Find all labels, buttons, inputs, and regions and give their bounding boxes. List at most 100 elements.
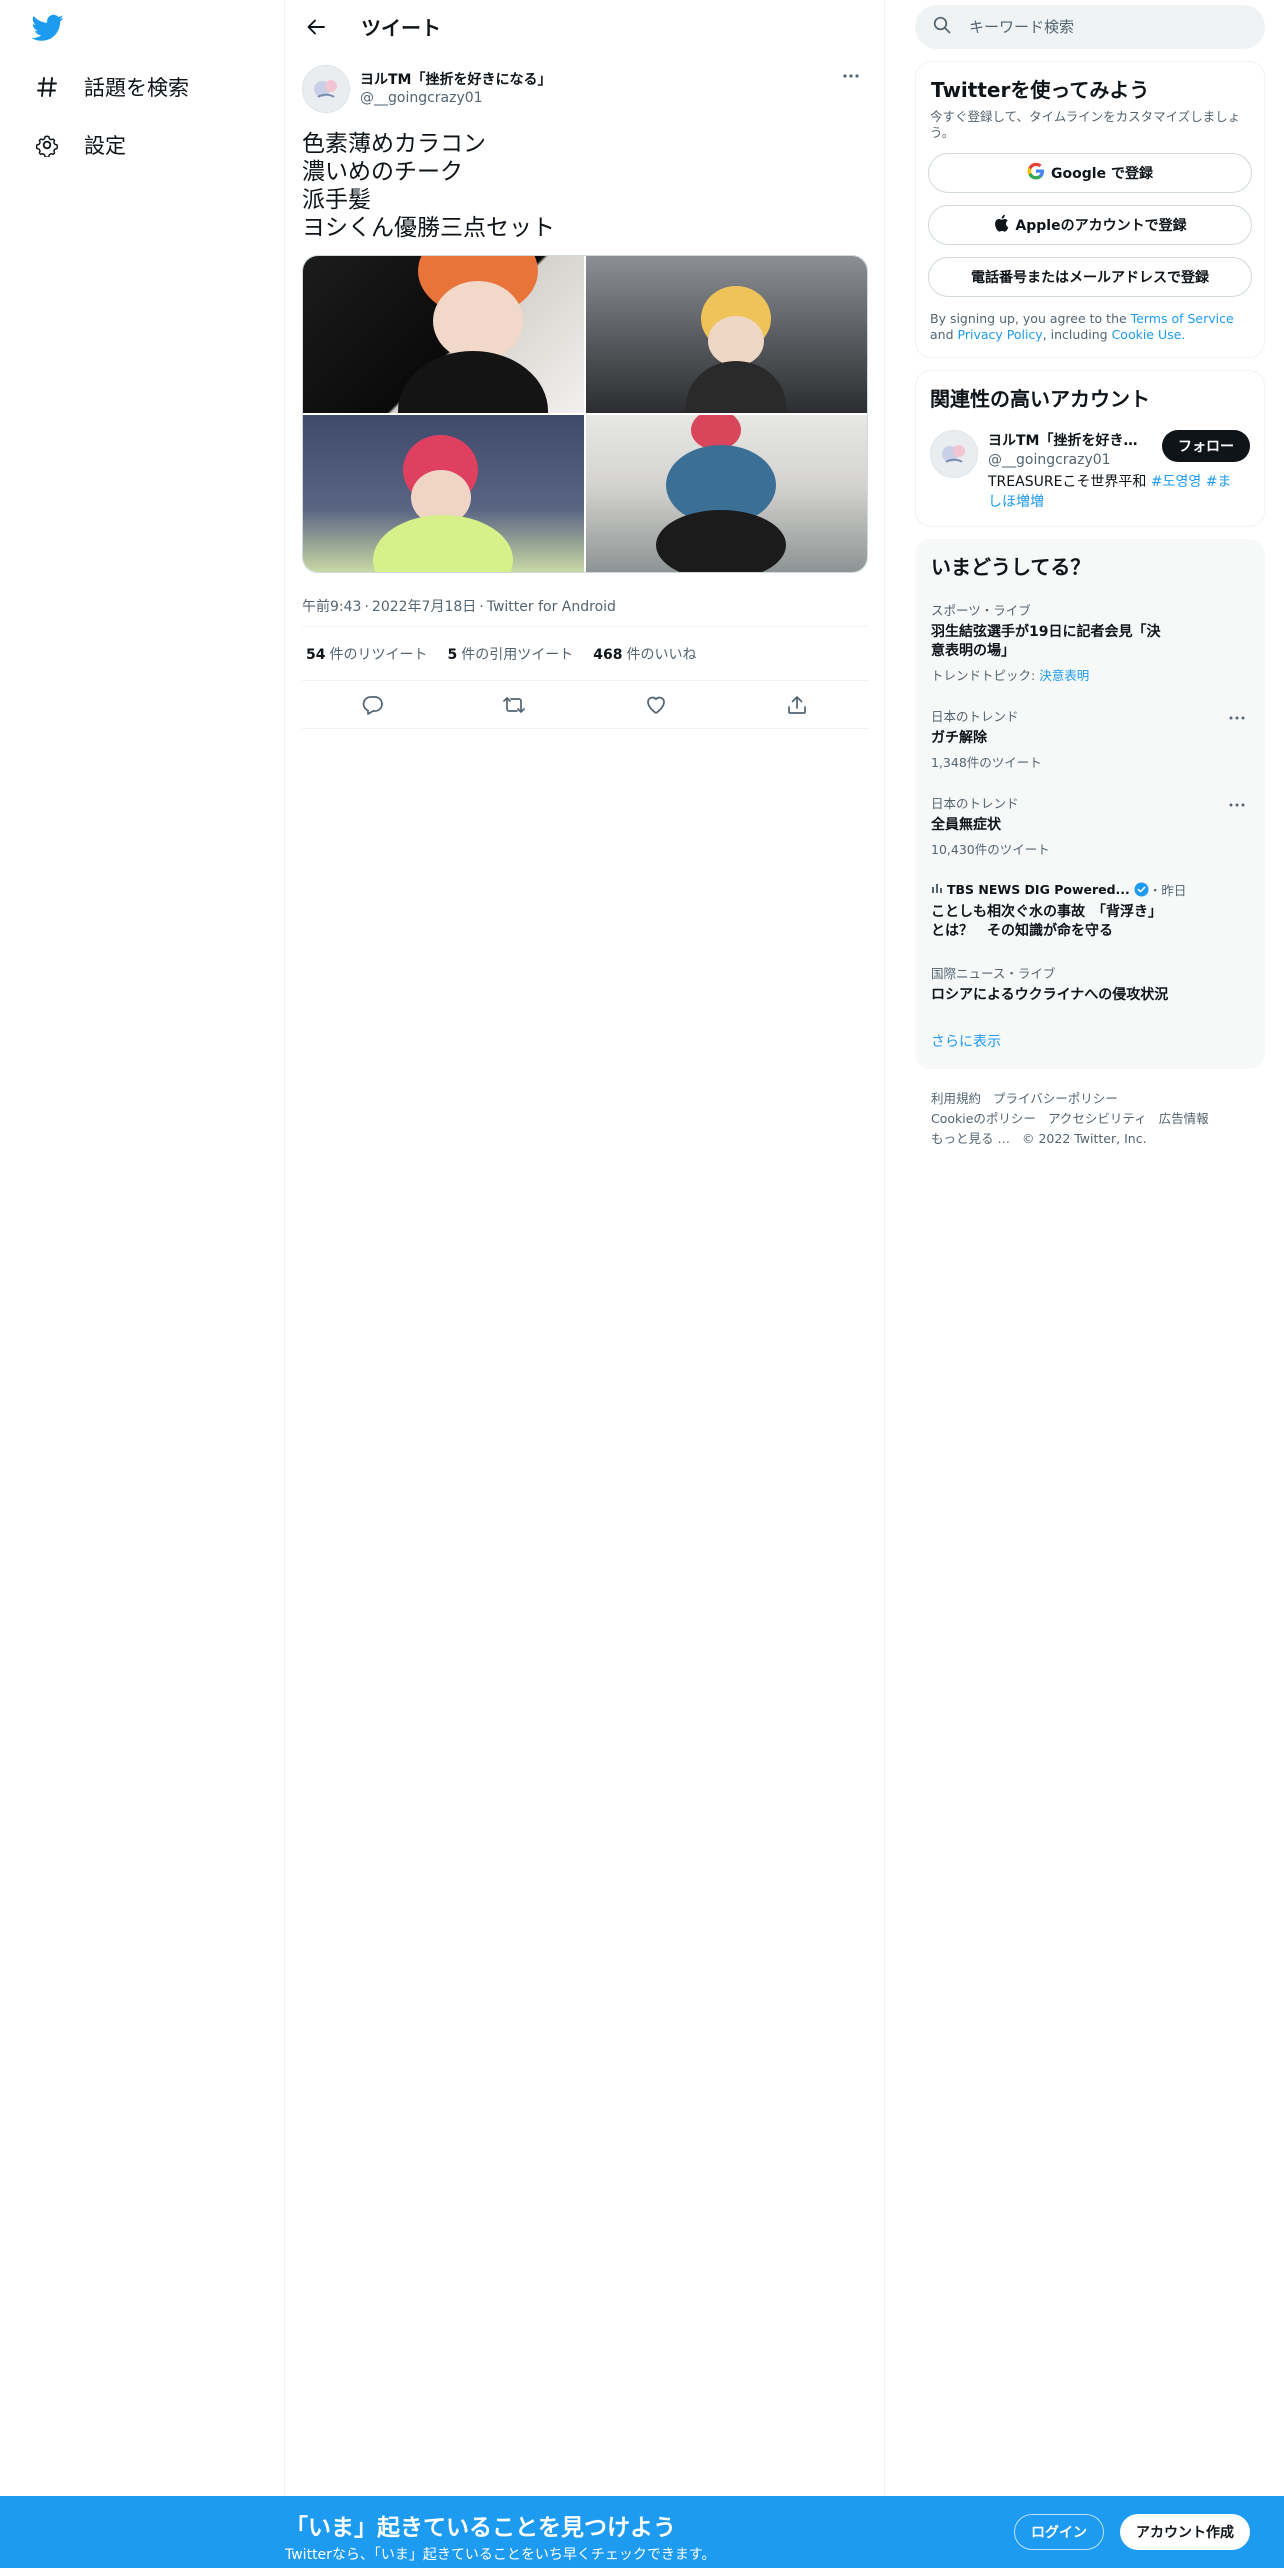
signup-subtitle: 今すぐ登録して、タイムラインをカスタマイズしましょう。 bbox=[930, 109, 1241, 140]
trends-title: いまどうしてる？ bbox=[931, 555, 1091, 579]
trend-category: 日本のトレンド bbox=[931, 709, 1019, 724]
trend-item[interactable]: TBS NEWS DIG Powered... ・昨日 ことしも相次ぐ水の事故 … bbox=[915, 870, 1265, 953]
twitter-logo-icon[interactable] bbox=[31, 14, 64, 42]
page-title: ツイート bbox=[361, 16, 441, 40]
signup-legal-text: By signing up, you agree to the Terms of… bbox=[928, 311, 1252, 343]
trend-category: 国際ニュース・ライブ bbox=[931, 966, 1056, 981]
footer: 利用規約 プライバシーポリシー Cookieのポリシー アクセシビリティ 広告情報 も… bbox=[915, 1069, 1265, 1169]
trend-name: ことしも相次ぐ水の事故 「背浮き」とは？ その知識が命を守る bbox=[931, 904, 1162, 939]
phone-email-signup-label: 電話番号またはメールアドレスで登録 bbox=[971, 270, 1209, 286]
tweet-photo[interactable] bbox=[303, 256, 584, 413]
more-options-icon[interactable] bbox=[836, 61, 866, 91]
trend-item[interactable]: 日本のトレンド 全員無症状 10,430件のツイート bbox=[915, 783, 1265, 870]
tweet-text-line: ヨシくん優勝三点セット bbox=[302, 215, 555, 241]
hashtag-link[interactable]: #도영영 bbox=[1151, 474, 1201, 490]
footer-link[interactable]: 広告情報 bbox=[1159, 1111, 1209, 1126]
like-heart-icon[interactable] bbox=[639, 688, 673, 722]
trend-category: 日本のトレンド bbox=[931, 796, 1019, 811]
news-source: TBS NEWS DIG Powered... ・昨日 bbox=[931, 880, 1249, 899]
avatar[interactable] bbox=[930, 430, 978, 478]
follow-button[interactable]: フォロー bbox=[1162, 430, 1250, 462]
related-display-name[interactable]: ヨルTM「挫折を好きになる」 bbox=[988, 430, 1143, 450]
bottom-signup-bar: 「いま」起きていることを見つけよう Twitterなら、「いま」起きていることを… bbox=[0, 2496, 1284, 2568]
nav-settings[interactable]: 設定 bbox=[34, 125, 126, 165]
trend-extra: トレンドトピック: 決意表明 bbox=[931, 665, 1249, 684]
footer-link[interactable]: Cookieのポリシー bbox=[931, 1111, 1036, 1126]
reply-icon[interactable] bbox=[356, 688, 390, 722]
trend-name: ロシアによるウクライナへの侵攻状況 bbox=[931, 987, 1169, 1003]
google-icon bbox=[1027, 162, 1045, 184]
tweet-text-line: 濃いめのチーク bbox=[302, 159, 463, 185]
likes-count: 468 bbox=[593, 646, 623, 663]
right-sidebar: Twitterを使ってみよう 今すぐ登録して、タイムラインをカスタマイズしましょ… bbox=[915, 0, 1265, 1169]
left-navigation: 話題を検索 設定 bbox=[0, 0, 285, 2496]
author-display-name[interactable]: ヨルTM「挫折を好きになる」 bbox=[360, 71, 551, 89]
likes-stat[interactable]: 468 件のいいね bbox=[593, 644, 696, 664]
news-time: ・昨日 bbox=[1148, 883, 1187, 898]
likes-label: 件のいいね bbox=[626, 646, 697, 663]
bottom-bar-subtitle: Twitterなら、「いま」起きていることをいち早くチェックできます。 bbox=[285, 2547, 716, 2563]
create-account-button[interactable]: アカウント作成 bbox=[1120, 2514, 1250, 2550]
related-accounts-card: 関連性の高いアカウント ヨルTM「挫折を好きになる」 @__goingcrazy… bbox=[915, 370, 1265, 527]
quotes-count: 5 bbox=[447, 646, 458, 663]
cookie-link[interactable]: Cookie Use. bbox=[1112, 327, 1186, 342]
tweet-photo[interactable] bbox=[586, 256, 867, 413]
trend-name: ガチ解除 bbox=[931, 730, 987, 746]
more-options-icon[interactable] bbox=[1225, 708, 1249, 728]
copyright: © 2022 Twitter, Inc. bbox=[1021, 1131, 1147, 1146]
trend-name: 羽生結弦選手が19日に記者会見「決意表明の場」 bbox=[931, 624, 1161, 659]
tweet-photo[interactable] bbox=[303, 415, 584, 572]
nav-explore-label: 話題を検索 bbox=[84, 76, 189, 100]
related-account[interactable]: ヨルTM「挫折を好きになる」 @__goingcrazy01 TREASUREこ… bbox=[930, 430, 1250, 512]
trend-topic-prefix: トレンドトピック: bbox=[931, 668, 1040, 683]
trend-topic-link[interactable]: 決意表明 bbox=[1039, 668, 1089, 683]
related-bio: TREASUREこそ世界平和 #도영영 #ましほ増増 bbox=[988, 472, 1238, 512]
tweet-stats: 54 件のリツイート 5 件の引用ツイート 468 件のいいね bbox=[302, 627, 868, 681]
share-icon[interactable] bbox=[780, 688, 814, 722]
footer-link[interactable]: もっと見る … bbox=[931, 1131, 1010, 1146]
quotes-label: 件の引用ツイート bbox=[461, 646, 574, 663]
apple-signup-label: Appleのアカウントで登録 bbox=[1015, 218, 1187, 234]
nav-explore[interactable]: 話題を検索 bbox=[34, 67, 189, 107]
tweet-client: Twitter for Android bbox=[486, 599, 616, 615]
retweet-icon[interactable] bbox=[497, 688, 531, 722]
search-input[interactable] bbox=[969, 18, 1229, 36]
terms-link[interactable]: Terms of Service bbox=[1131, 311, 1234, 326]
footer-link[interactable]: 利用規約 bbox=[931, 1091, 981, 1106]
main-column: ツイート ヨルTM「挫折を好きになる」 @__goingcrazy01 色素薄め… bbox=[285, 0, 885, 2496]
retweets-stat[interactable]: 54 件のリツイート bbox=[306, 644, 427, 664]
google-signup-label: Google で登録 bbox=[1051, 166, 1153, 182]
search-bar[interactable] bbox=[915, 5, 1265, 49]
back-arrow-icon[interactable] bbox=[301, 12, 331, 42]
trend-item[interactable]: スポーツ・ライブ 羽生結弦選手が19日に記者会見「決意表明の場」 トレンドトピッ… bbox=[915, 590, 1265, 696]
tweet-media-grid bbox=[302, 255, 868, 573]
tweet-photo[interactable] bbox=[586, 415, 867, 572]
more-options-icon[interactable] bbox=[1225, 795, 1249, 815]
legal-including: , including bbox=[1042, 327, 1108, 342]
phone-email-signup-button[interactable]: 電話番号またはメールアドレスで登録 bbox=[928, 257, 1252, 297]
signup-title: Twitterを使ってみよう bbox=[931, 78, 1150, 102]
quotes-stat[interactable]: 5 件の引用ツイート bbox=[447, 644, 573, 664]
gear-icon bbox=[34, 132, 60, 158]
related-title: 関連性の高いアカウント bbox=[930, 387, 1150, 411]
privacy-link[interactable]: Privacy Policy bbox=[958, 327, 1043, 342]
login-button[interactable]: ログイン bbox=[1014, 2514, 1104, 2550]
avatar[interactable] bbox=[302, 65, 350, 113]
news-source-logo-icon bbox=[931, 882, 943, 897]
tweet-text: 色素薄めカラコン 濃いめのチーク 派手髪 ヨシくん優勝三点セット bbox=[302, 130, 868, 242]
apple-icon bbox=[993, 214, 1009, 236]
trend-item[interactable]: 日本のトレンド ガチ解除 1,348件のツイート bbox=[915, 696, 1265, 783]
author-handle[interactable]: @__goingcrazy01 bbox=[360, 89, 551, 107]
hashtag-icon bbox=[34, 74, 60, 100]
apple-signup-button[interactable]: Appleのアカウントで登録 bbox=[928, 205, 1252, 245]
trend-item[interactable]: 国際ニュース・ライブ ロシアによるウクライナへの侵攻状況 bbox=[915, 953, 1265, 1017]
footer-link[interactable]: プライバシーポリシー bbox=[993, 1091, 1118, 1106]
show-more-link[interactable]: さらに表示 bbox=[915, 1017, 1265, 1069]
footer-link[interactable]: アクセシビリティ bbox=[1048, 1111, 1147, 1126]
tweet-date[interactable]: 2022年7月18日 bbox=[372, 599, 476, 615]
trend-tweet-count: 10,430件のツイート bbox=[931, 842, 1050, 857]
tweet-time[interactable]: 午前9:43 bbox=[302, 599, 361, 615]
verified-badge-icon bbox=[1134, 882, 1149, 897]
legal-and: and bbox=[930, 327, 954, 342]
google-signup-button[interactable]: Google で登録 bbox=[928, 153, 1252, 193]
